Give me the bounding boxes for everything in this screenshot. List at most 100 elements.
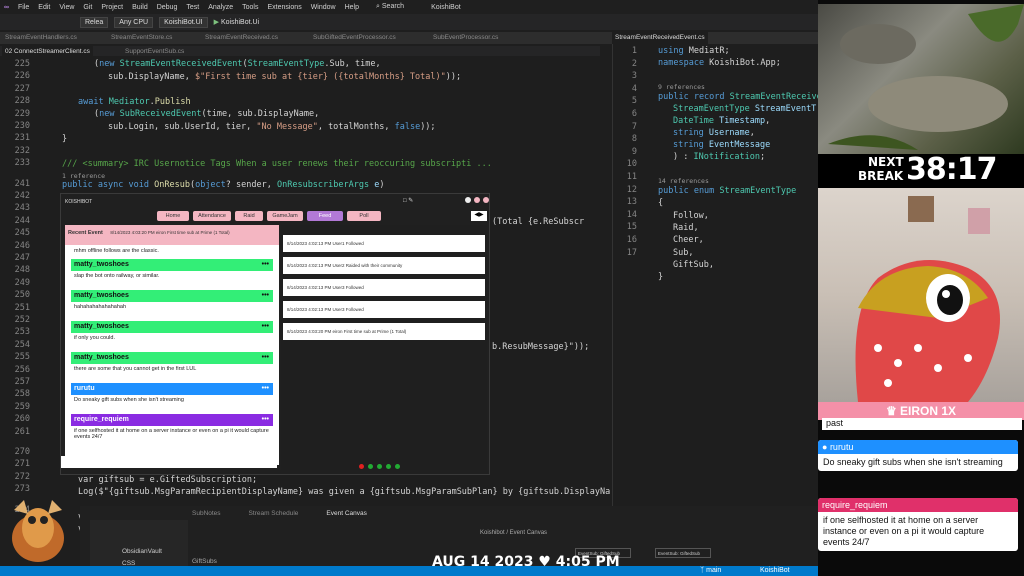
more-options-icon[interactable]: •••: [262, 259, 269, 271]
sub-alert-text: EIRON 1X: [900, 404, 957, 418]
line-number: 245: [14, 228, 30, 239]
more-options-icon[interactable]: •••: [262, 414, 269, 426]
chat-username: require_requiem: [818, 498, 1018, 512]
menu-build[interactable]: Build: [132, 4, 148, 11]
menu-project[interactable]: Project: [101, 4, 123, 11]
more-options-icon[interactable]: •••: [262, 321, 269, 333]
code-line: using MediatR;: [658, 46, 730, 56]
reference-count[interactable]: 9 references: [658, 83, 705, 91]
menu-view[interactable]: View: [59, 4, 74, 11]
git-branch[interactable]: ᛉ main: [700, 567, 721, 574]
menu-help[interactable]: Help: [345, 4, 359, 11]
code-line: GiftSub,: [673, 260, 714, 270]
nav-poll[interactable]: Poll: [347, 211, 381, 221]
chat-username[interactable]: rurutu •••: [71, 383, 273, 395]
menu-file[interactable]: File: [18, 4, 29, 11]
line-number: 258: [14, 389, 30, 400]
tab-stream-event-received[interactable]: StreamEventReceived.cs: [202, 32, 281, 44]
menu-debug[interactable]: Debug: [157, 4, 178, 11]
swap-arrows-button[interactable]: ◀▶: [471, 211, 487, 221]
menu-git[interactable]: Git: [83, 4, 92, 11]
code-line: {: [658, 198, 664, 208]
platform-select[interactable]: Any CPU: [114, 16, 154, 28]
code-editor-right[interactable]: 1 2 3 4 5 6 7 8 9 10 11 12 13 14 15 16 17 using MediatR;…: [612, 44, 818, 516]
line-number: 255: [14, 352, 30, 363]
nav-raid[interactable]: Raid: [235, 211, 263, 221]
project-select[interactable]: KoishiBot.UI: [159, 16, 208, 28]
page-dot[interactable]: [395, 464, 400, 469]
chat-username-label: require_requiem: [74, 416, 129, 423]
page-dot[interactable]: [386, 464, 391, 469]
page-dot[interactable]: [359, 464, 364, 469]
next-label: NEXT: [868, 155, 904, 169]
tab-event-canvas[interactable]: Event Canvas: [326, 510, 366, 524]
feed-item[interactable]: 8/14/2023 4:03:20 PM eiron First time su…: [283, 323, 485, 340]
nav-attendance[interactable]: Attendance: [193, 211, 231, 221]
more-options-icon[interactable]: •••: [262, 290, 269, 302]
tab-subgifted-event-processor[interactable]: SubGiftedEventProcessor.cs: [310, 32, 399, 44]
tab-stream-schedule[interactable]: Stream Schedule: [249, 510, 299, 524]
line-number: 225: [14, 59, 30, 69]
status-project[interactable]: KoishiBot: [760, 567, 790, 574]
feed-item[interactable]: 8/14/2023 4:02:13 PM User2 Raided with t…: [283, 257, 485, 274]
run-label: KoishiBot.Ui: [220, 19, 260, 26]
more-options-icon[interactable]: •••: [262, 352, 269, 364]
feed-item[interactable]: 8/14/2023 4:02:13 PM User3 Followed: [283, 301, 485, 318]
chat-username[interactable]: matty_twoshoes •••: [71, 259, 273, 271]
more-options-icon[interactable]: •••: [262, 383, 269, 395]
recent-event-panel: Recent Event 8/14/2023 4:03:20 PM eiron …: [65, 225, 279, 465]
code-line: Sub,: [673, 248, 694, 258]
line-number: 17: [626, 247, 637, 258]
line-number: 10: [626, 159, 637, 170]
page-dot[interactable]: [368, 464, 373, 469]
chat-username[interactable]: matty_twoshoes •••: [71, 352, 273, 364]
tab-stream-event-handlers[interactable]: StreamEventHandlers.cs: [2, 32, 80, 44]
chat-username[interactable]: matty_twoshoes •••: [71, 321, 273, 333]
nav-home[interactable]: Home: [157, 211, 189, 221]
menu-test[interactable]: Test: [186, 4, 199, 11]
close-button[interactable]: [483, 197, 489, 203]
menu-extensions[interactable]: Extensions: [267, 4, 301, 11]
reference-count[interactable]: 1 reference: [62, 172, 105, 180]
nav-gamejam[interactable]: GameJam: [267, 211, 303, 221]
vault-name[interactable]: ObsidianVault: [122, 548, 162, 555]
line-number: 253: [14, 327, 30, 338]
line-number: 242: [14, 191, 30, 201]
menu-analyze[interactable]: Analyze: [208, 4, 233, 11]
line-number: 5: [631, 96, 637, 107]
chat-input[interactable]: [61, 456, 277, 468]
tab-stream-event-store[interactable]: StreamEventStore.cs: [108, 32, 175, 44]
chat-username[interactable]: matty_twoshoes •••: [71, 290, 273, 302]
code-line: await Mediator.Publish: [78, 97, 191, 107]
gecko-vtuber-avatar: [855, 196, 1000, 402]
line-number: 232: [14, 145, 30, 156]
line-number: 1: [631, 46, 637, 56]
canvas-node[interactable]: EventSub: GiftedSub: [655, 548, 711, 558]
run-button[interactable]: ▶ KoishiBot.Ui: [214, 18, 259, 26]
chat-username[interactable]: require_requiem •••: [71, 414, 273, 426]
tab-right-stream-event[interactable]: StreamEventReceivedEvent.cs: [612, 32, 708, 44]
menu-edit[interactable]: Edit: [38, 4, 50, 11]
chat-username-label: matty_twoshoes: [74, 323, 129, 330]
search-label: Search: [381, 3, 405, 10]
chat-message: if only you could.: [71, 333, 273, 343]
code-line: string Username,: [673, 128, 755, 138]
tab-sub-event-processor[interactable]: SubEventProcessor.cs: [430, 32, 501, 44]
code-line: Raid,: [673, 223, 699, 233]
page-dot[interactable]: [377, 464, 382, 469]
menu-tools[interactable]: Tools: [242, 4, 258, 11]
config-select[interactable]: Relea: [80, 16, 109, 28]
maximize-button[interactable]: [474, 197, 480, 203]
code-line: StreamEventType StreamEventT: [673, 104, 817, 114]
reference-count[interactable]: 14 references: [658, 177, 709, 185]
minimize-button[interactable]: [465, 197, 471, 203]
line-number: 247: [14, 253, 30, 263]
tab-subnotes[interactable]: SubNotes: [192, 510, 221, 524]
code-line: namespace KoishiBot.App;: [658, 58, 781, 68]
search-box[interactable]: ⌕ Search: [376, 3, 404, 11]
nav-feed[interactable]: Feed: [307, 211, 343, 221]
feed-item[interactable]: 8/14/2023 4:02:13 PM User1 Followed: [283, 235, 485, 252]
menu-window[interactable]: Window: [311, 4, 336, 11]
feed-item[interactable]: 8/14/2023 4:02:13 PM User3 Followed: [283, 279, 485, 296]
code-line: Log($"{giftsub.MsgParamRecipientDisplayN…: [78, 487, 611, 497]
